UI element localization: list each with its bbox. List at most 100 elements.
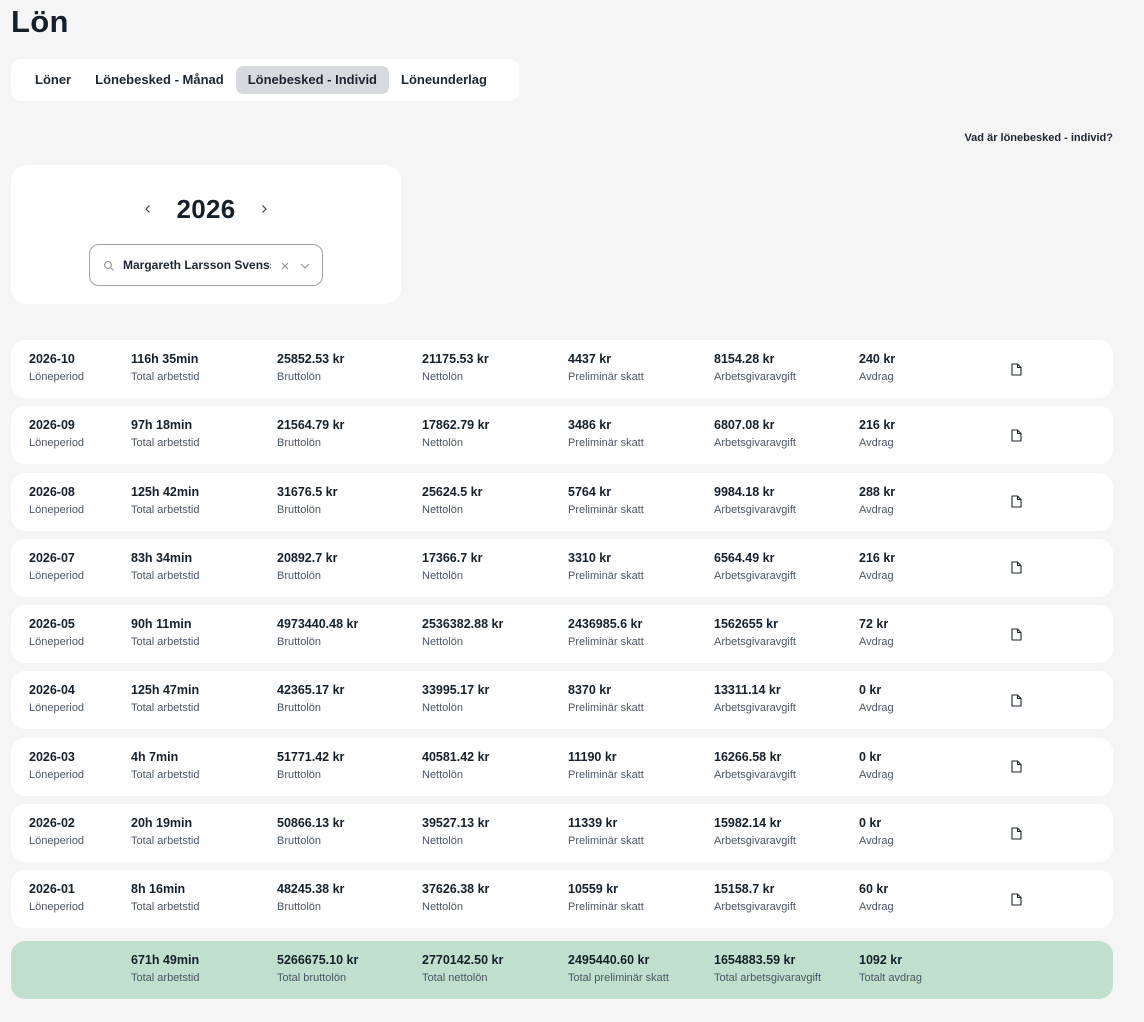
payslip-preliminary-tax: 3310 kr — [568, 550, 612, 565]
payslip-gross-salary: 21564.79 kr — [277, 418, 345, 433]
payslip-employer-fee-label: Arbetsgivaravgift — [714, 503, 796, 516]
payslip-employer-fee: 15158.7 kr — [714, 882, 775, 897]
payslip-employer-fee-label: Arbetsgivaravgift — [714, 437, 796, 450]
payslip-work-time-cell: 97h 18min Total arbetstid — [131, 418, 199, 449]
payslip-gross-salary-cell: 42365.17 kr Bruttolön — [277, 683, 344, 714]
payslip-employer-fee-cell: 8154.28 kr Arbetsgivaravgift — [714, 352, 796, 383]
payslip-net-salary-cell: 17862.79 kr Nettolön — [422, 418, 489, 449]
payslip-deduction-label: Avdrag — [859, 636, 894, 649]
payslip-work-time-label: Total arbetstid — [131, 901, 200, 914]
payslip-gross-salary-cell: 31676.5 kr Bruttolön — [277, 485, 337, 516]
payslip-employer-fee-label: Arbetsgivaravgift — [714, 901, 796, 914]
payslip-deduction-label: Avdrag — [859, 835, 894, 848]
payslip-employer-fee: 16266.58 kr — [714, 749, 782, 764]
payslip-work-time: 125h 47min — [131, 683, 200, 698]
employee-select[interactable]: Margareth Larsson Svensson — [89, 244, 323, 286]
payslip-preliminary-tax-label: Preliminär skatt — [568, 569, 644, 582]
payslip-period-label: Löneperiod — [29, 835, 85, 848]
payslip-preliminary-tax: 5764 kr — [568, 484, 612, 499]
payslip-deduction: 216 kr — [859, 418, 896, 433]
payslip-gross-salary: 42365.17 kr — [277, 683, 345, 698]
tab-lonebesked-individ[interactable]: Lönebesked - Individ — [235, 66, 389, 94]
total-net-label: Total nettolön — [422, 972, 488, 984]
payslip-net-salary-cell: 40581.42 kr Nettolön — [422, 750, 489, 781]
total-deduction-label: Totalt avdrag — [859, 972, 922, 984]
payslip-preliminary-tax-cell: 8370 kr Preliminär skatt — [568, 683, 644, 714]
payslip-gross-salary-cell: 25852.53 kr Bruttolön — [277, 352, 344, 383]
payslip-deduction: 60 kr — [859, 882, 889, 897]
document-icon[interactable] — [1009, 494, 1023, 510]
payslip-preliminary-tax: 11190 kr — [568, 749, 617, 764]
payslip-period-label: Löneperiod — [29, 768, 85, 781]
payslip-employer-fee: 9984.18 kr — [714, 484, 775, 499]
employee-select-value[interactable]: Margareth Larsson Svensson — [123, 258, 271, 272]
payslip-period-cell: 2026-04 Löneperiod — [29, 683, 84, 714]
document-icon[interactable] — [1009, 891, 1023, 907]
tab-lonebesked-manad[interactable]: Lönebesked - Månad — [83, 66, 236, 94]
payslip-period-cell: 2026-02 Löneperiod — [29, 816, 84, 847]
help-link[interactable]: Vad är lönebesked - individ? — [964, 132, 1113, 144]
payslip-employer-fee: 13311.14 kr — [714, 683, 781, 698]
payslip-net-salary-cell: 39527.13 kr Nettolön — [422, 816, 489, 847]
chevron-down-icon[interactable] — [299, 259, 311, 271]
payslip-period-cell: 2026-01 Löneperiod — [29, 882, 84, 913]
tab-loneunderlag[interactable]: Löneunderlag — [389, 66, 499, 94]
payslip-preliminary-tax-label: Preliminär skatt — [568, 702, 644, 715]
payslip-preliminary-tax-label: Preliminär skatt — [568, 503, 644, 516]
payslip-preliminary-tax-label: Preliminär skatt — [568, 768, 644, 781]
payslip-preliminary-tax-cell: 4437 kr Preliminär skatt — [568, 352, 644, 383]
payslip-work-time: 4h 7min — [131, 749, 179, 764]
payslip-deduction-label: Avdrag — [859, 768, 894, 781]
payslip-employer-fee-cell: 6564.49 kr Arbetsgivaravgift — [714, 551, 796, 582]
payslip-period-label: Löneperiod — [29, 901, 85, 914]
payslip-work-time: 125h 42min — [131, 484, 200, 499]
payslip-employer-fee: 6807.08 kr — [714, 418, 775, 433]
payslip-deduction-label: Avdrag — [859, 437, 894, 450]
filter-card: 2026 Margareth Larsson Svensson — [11, 165, 401, 304]
chevron-right-icon[interactable] — [254, 199, 274, 219]
document-icon[interactable] — [1009, 560, 1023, 576]
tab-loner[interactable]: Löner — [23, 66, 83, 94]
payslip-row: 2026-02 Löneperiod 20h 19min Total arbetsti… — [11, 804, 1113, 863]
payslip-period: 2026-09 — [29, 418, 75, 433]
payslip-employer-fee-cell: 13311.14 kr Arbetsgivaravgift — [714, 683, 796, 714]
document-icon[interactable] — [1009, 759, 1023, 775]
document-icon[interactable] — [1009, 427, 1023, 443]
chevron-left-icon[interactable] — [138, 199, 158, 219]
payslip-period-label: Löneperiod — [29, 636, 85, 649]
page-title: Lön — [11, 4, 69, 39]
document-icon[interactable] — [1009, 626, 1023, 642]
payslip-gross-salary-cell: 51771.42 kr Bruttolön — [277, 750, 344, 781]
payslip-employer-fee-label: Arbetsgivaravgift — [714, 569, 796, 582]
payslip-work-time-cell: 125h 42min Total arbetstid — [131, 485, 199, 516]
payslip-period: 2026-05 — [29, 617, 75, 632]
payslip-work-time: 116h 35min — [131, 352, 199, 366]
payslip-work-time-cell: 8h 16min Total arbetstid — [131, 882, 199, 913]
payslip-gross-salary-label: Bruttolön — [277, 503, 322, 516]
payslip-work-time-label: Total arbetstid — [131, 371, 200, 383]
payslip-preliminary-tax: 10559 kr — [568, 882, 619, 897]
payslip-deduction: 0 kr — [859, 816, 882, 831]
total-gross: 5266675.10 kr — [277, 953, 359, 967]
payslip-period-label: Löneperiod — [29, 371, 85, 383]
document-icon[interactable] — [1009, 361, 1023, 377]
payslip-employer-fee-cell: 16266.58 kr Arbetsgivaravgift — [714, 750, 796, 781]
payslip-gross-salary-cell: 21564.79 kr Bruttolön — [277, 418, 344, 449]
payslip-preliminary-tax-cell: 3486 kr Preliminär skatt — [568, 418, 644, 449]
year-display: 2026 — [176, 193, 236, 224]
payslip-list: 2026-10 Löneperiod 116h 35min Total arbetst… — [11, 340, 1113, 937]
close-icon[interactable] — [279, 259, 291, 271]
payslip-employer-fee-label: Arbetsgivaravgift — [714, 702, 796, 715]
document-icon[interactable] — [1009, 692, 1023, 708]
payslip-row: 2026-08 Löneperiod 125h 42min Total arbetst… — [11, 472, 1113, 531]
document-icon[interactable] — [1009, 825, 1023, 841]
payslip-work-time-cell: 125h 47min Total arbetstid — [131, 683, 199, 714]
payslip-gross-salary: 50866.13 kr — [277, 816, 345, 831]
payslip-deduction: 240 kr — [859, 352, 896, 366]
payslip-gross-salary-label: Bruttolön — [277, 371, 322, 383]
payslip-work-time-cell: 4h 7min Total arbetstid — [131, 750, 199, 781]
payslip-deduction-cell: 288 kr Avdrag — [859, 485, 895, 516]
payslip-row: 2026-05 Löneperiod 90h 11min Total arbetsti… — [11, 605, 1113, 664]
payslip-gross-salary: 25852.53 kr — [277, 352, 345, 366]
payslip-net-salary-label: Nettolön — [422, 437, 463, 450]
